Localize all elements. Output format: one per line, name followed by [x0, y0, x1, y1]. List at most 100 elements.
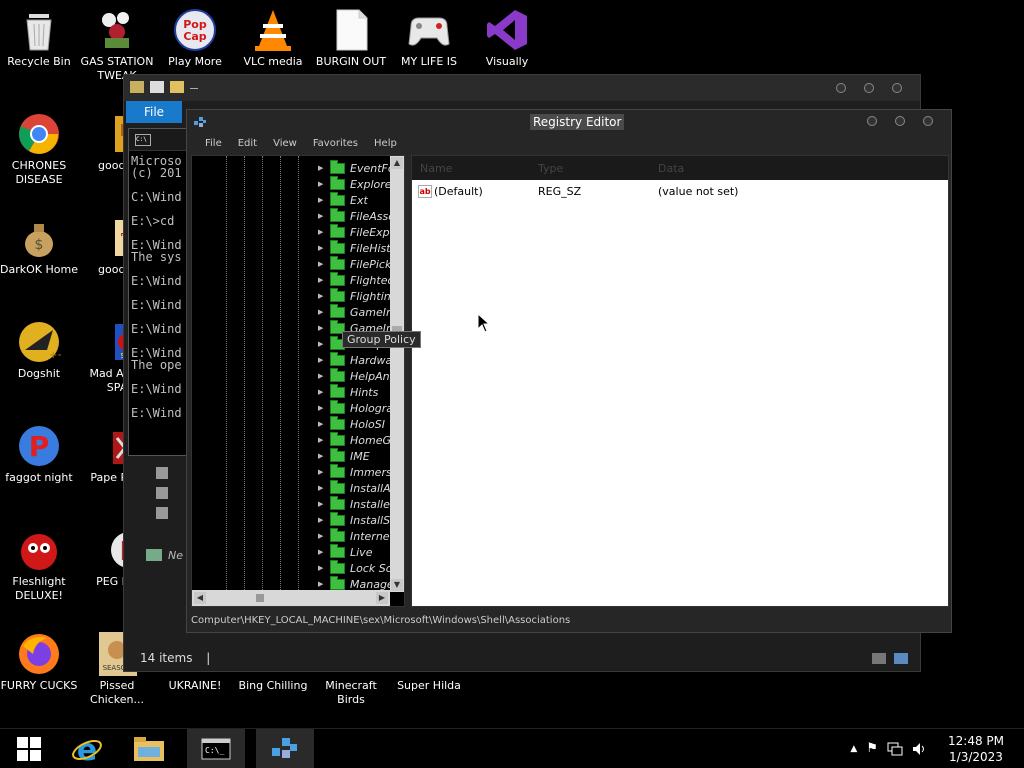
desktop-icon-fleshlight[interactable]: Fleshlight DELUXE!	[0, 528, 78, 603]
action-center-flag-icon[interactable]: ⚑	[866, 741, 878, 756]
explorer-titlebar[interactable]	[124, 75, 920, 101]
tree-item[interactable]: ▶ Installer	[318, 495, 394, 512]
tree-item[interactable]: ▶ HelpAnd	[318, 367, 397, 384]
properties-icon[interactable]	[150, 81, 164, 93]
expand-arrow-icon[interactable]: ▶	[318, 564, 326, 572]
large-icons-view-button[interactable]	[894, 653, 908, 664]
menu-view[interactable]: View	[265, 134, 305, 154]
tree-item[interactable]: ▶ FileHist	[318, 239, 391, 256]
expand-arrow-icon[interactable]: ▶	[318, 276, 326, 284]
nav-item-icon[interactable]	[156, 487, 168, 499]
tree-item[interactable]: ▶ Hints	[318, 383, 378, 400]
desktop-icon-play-more[interactable]: Pop Cap Play More	[156, 8, 234, 69]
expand-arrow-icon[interactable]: ▶	[318, 516, 326, 524]
tree-item[interactable]: ▶ HomeGr	[318, 431, 396, 448]
nav-item-icon[interactable]	[156, 507, 168, 519]
expand-arrow-icon[interactable]: ▶	[318, 452, 326, 460]
close-button[interactable]	[923, 116, 933, 126]
tree-item[interactable]: ▶ Flighting	[318, 287, 398, 304]
minimize-button[interactable]	[836, 83, 846, 93]
taskbar-command-prompt[interactable]: C:\_	[187, 729, 245, 768]
expand-arrow-icon[interactable]: ▶	[318, 580, 326, 588]
desktop-icon-gas-station[interactable]: GAS STATION TWEAK	[78, 8, 156, 83]
tree-item[interactable]: ▶ InstallSe	[318, 511, 397, 528]
value-row[interactable]: ab (Default) REG_SZ (value not set)	[412, 184, 948, 200]
expand-arrow-icon[interactable]: ▶	[318, 468, 326, 476]
tree-item[interactable]: ▶ EventFo	[318, 159, 395, 176]
tree-vertical-scrollbar[interactable]: ▲ ▼	[390, 156, 404, 592]
expand-arrow-icon[interactable]: ▶	[318, 500, 326, 508]
expand-arrow-icon[interactable]: ▶	[318, 420, 326, 428]
new-folder-icon[interactable]	[170, 81, 184, 93]
desktop-icon-recycle-bin[interactable]: Recycle Bin	[0, 8, 78, 69]
tree-item[interactable]: ▶ IME	[318, 447, 370, 464]
scroll-left-arrow[interactable]: ◀	[194, 592, 206, 604]
expand-arrow-icon[interactable]: ▶	[318, 292, 326, 300]
tree-item[interactable]: ▶ Lock Scr	[318, 559, 396, 576]
registry-editor-window[interactable]: Registry Editor File Edit View Favorites…	[186, 109, 952, 633]
network-icon[interactable]	[146, 549, 162, 561]
registry-key-tree[interactable]: ▶ EventFo ▶ Explorer ▶ Ext ▶ FileAsso ▶ FileExpl ▶…	[191, 155, 405, 607]
tree-item[interactable]: ▶ InstallA	[318, 479, 391, 496]
scroll-down-arrow[interactable]: ▼	[391, 579, 403, 591]
tree-item[interactable]: ▶ FileExpl	[318, 223, 393, 240]
network-icon[interactable]	[887, 742, 903, 756]
tree-item[interactable]: ▶ HoloSI	[318, 415, 385, 432]
column-name[interactable]: Name	[420, 162, 452, 175]
expand-arrow-icon[interactable]: ▶	[318, 324, 326, 332]
registry-values-list[interactable]: Name Type Data ab (Default) REG_SZ (valu…	[411, 155, 949, 607]
expand-arrow-icon[interactable]: ▶	[318, 484, 326, 492]
start-button[interactable]	[0, 729, 58, 768]
expand-arrow-icon[interactable]: ▶	[318, 372, 326, 380]
expand-arrow-icon[interactable]: ▶	[318, 436, 326, 444]
taskbar-internet-explorer[interactable]: e	[58, 729, 116, 768]
expand-arrow-icon[interactable]: ▶	[318, 388, 326, 396]
desktop-icon-my-life-is[interactable]: MY LIFE IS	[390, 8, 468, 69]
nav-item-network[interactable]: Ne	[168, 549, 183, 562]
expand-arrow-icon[interactable]: ▶	[318, 548, 326, 556]
command-prompt-window[interactable]: C:\ Microso (c) 201 C:\Wind E:\>cd E:\Wind Th…	[128, 128, 192, 456]
cmd-output[interactable]: Microso (c) 201 C:\Wind E:\>cd E:\Wind The sy…	[129, 151, 191, 419]
tree-item[interactable]: ▶ FilePick	[318, 255, 391, 272]
desktop-icon-p-logo[interactable]: P faggot night	[0, 424, 78, 485]
menu-favorites[interactable]: Favorites	[305, 134, 366, 154]
file-tab[interactable]: File	[126, 101, 182, 123]
close-button[interactable]	[892, 83, 902, 93]
tree-item[interactable]: ▶ Ext	[318, 191, 368, 208]
desktop-icon-darkok[interactable]: $ DarkOK Home	[0, 216, 78, 277]
cmd-titlebar[interactable]: C:\	[129, 129, 191, 151]
taskbar-clock[interactable]: 12:48 PM 1/3/2023	[948, 733, 1004, 765]
expand-arrow-icon[interactable]: ▶	[318, 404, 326, 412]
details-view-button[interactable]	[872, 653, 886, 664]
tree-item[interactable]: ▶ Hologra	[318, 399, 393, 416]
tree-item[interactable]: ▶ FileAsso	[318, 207, 395, 224]
expand-arrow-icon[interactable]: ▶	[318, 532, 326, 540]
expand-arrow-icon[interactable]: ▶	[318, 244, 326, 252]
taskbar-registry-editor[interactable]	[256, 729, 314, 768]
maximize-button[interactable]	[895, 116, 905, 126]
desktop-icon-dogshit[interactable]: ++ Dogshit	[0, 320, 78, 381]
show-hidden-icons-chevron-icon[interactable]: ▲	[850, 744, 857, 754]
chevron-down-icon[interactable]	[190, 85, 198, 89]
tree-item[interactable]: ▶ Internet	[318, 527, 394, 544]
desktop-icon-firefox[interactable]: FURRY CUCKS	[0, 632, 78, 693]
expand-arrow-icon[interactable]: ▶	[318, 308, 326, 316]
menu-file[interactable]: File	[197, 134, 230, 154]
desktop-icon-visually[interactable]: Visually	[468, 8, 546, 69]
tree-item[interactable]: ▶ Live	[318, 543, 372, 560]
expand-arrow-icon[interactable]: ▶	[318, 212, 326, 220]
tree-item[interactable]: ▶ GameIn	[318, 303, 393, 320]
desktop-icon-burgin-out[interactable]: BURGIN OUT	[312, 8, 390, 69]
tree-item[interactable]: ▶ Explorer	[318, 175, 396, 192]
tree-item[interactable]: ▶ Hardwa	[318, 351, 392, 368]
expand-arrow-icon[interactable]: ▶	[318, 260, 326, 268]
expand-arrow-icon[interactable]: ▶	[318, 356, 326, 364]
menu-help[interactable]: Help	[366, 134, 405, 154]
expand-arrow-icon[interactable]: ▶	[318, 196, 326, 204]
expand-arrow-icon[interactable]: ▶	[318, 164, 326, 172]
desktop-icon-vlc[interactable]: VLC media	[234, 8, 312, 69]
tree-item[interactable]: ▶ Flighted	[318, 271, 394, 288]
scroll-thumb[interactable]	[256, 594, 264, 602]
tree-item[interactable]: ▶ Immers	[318, 463, 392, 480]
scroll-right-arrow[interactable]: ▶	[376, 592, 388, 604]
